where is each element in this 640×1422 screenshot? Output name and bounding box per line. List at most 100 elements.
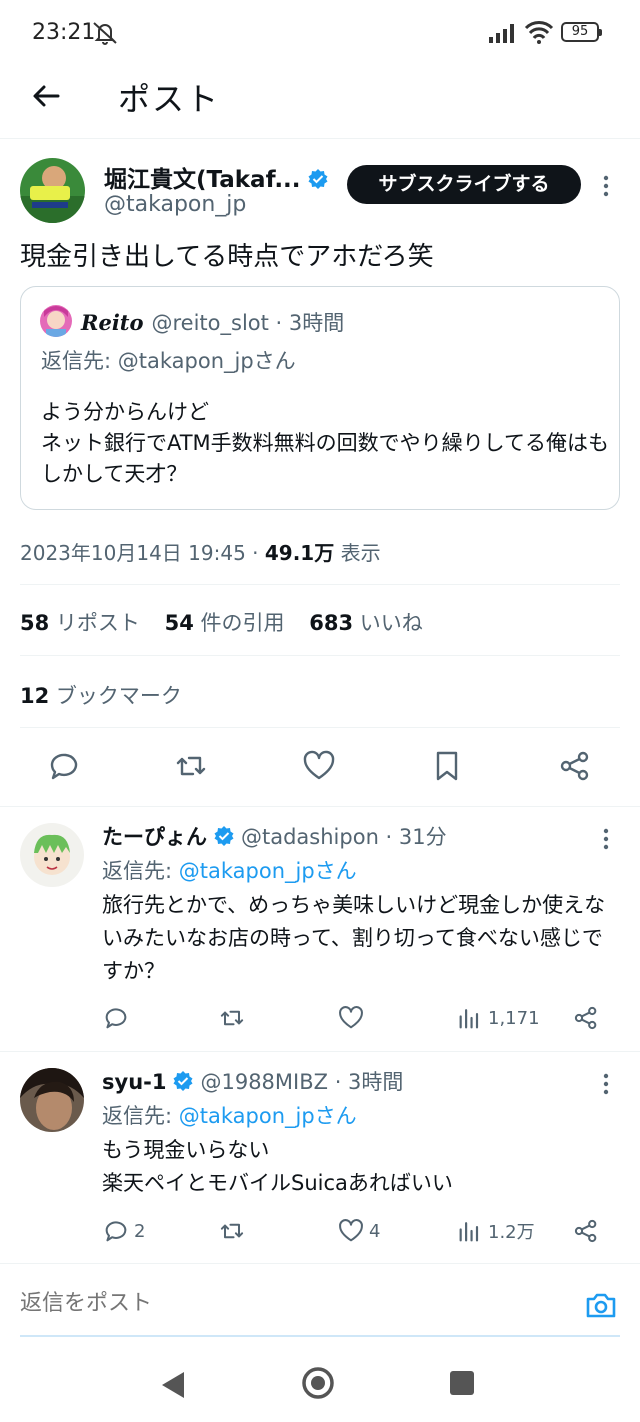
reply-share-button[interactable] — [572, 1216, 604, 1246]
quote-text-line: ネット銀行でATM手数料無料の回数でやり繰りしてる俺はもしかして天才？ — [41, 431, 610, 486]
nav-back-icon[interactable] — [160, 1370, 186, 1400]
reply-like-button[interactable]: 4 — [337, 1216, 380, 1246]
bookmarks-stat[interactable]: 12 ブックマーク — [20, 680, 182, 710]
reply-author-name[interactable]: たーぴょん — [102, 825, 207, 849]
share-icon — [574, 1006, 597, 1030]
bookmarks-label: ブックマーク — [49, 684, 182, 708]
quote-author-name: Reito — [81, 310, 144, 335]
quotes-count: 54 — [164, 611, 194, 635]
reply-action-bar: 1,171 — [102, 1003, 622, 1037]
reply-likes-count: 4 — [369, 1220, 381, 1242]
reply-reply-button[interactable]: 2 — [102, 1216, 145, 1246]
composer-underline — [20, 1335, 620, 1337]
camera-icon[interactable] — [584, 1288, 618, 1322]
author-avatar[interactable] — [20, 158, 85, 223]
reposts-count: 58 — [20, 611, 50, 635]
reply-avatar[interactable] — [20, 1068, 84, 1132]
signal-icon — [489, 24, 514, 43]
subscribe-button[interactable]: サブスクライブする — [347, 165, 581, 204]
repost-icon[interactable] — [173, 748, 209, 784]
reply-author-name[interactable]: syu-1 — [102, 1070, 166, 1094]
reply-text-line: 楽天ペイとモバイルSuicaあればいい — [102, 1171, 453, 1195]
author-handle[interactable]: @takapon_jp — [104, 192, 246, 217]
verified-badge-icon — [214, 826, 234, 846]
reply-share-button[interactable] — [572, 1003, 604, 1033]
quote-avatar — [40, 305, 72, 337]
reply-replies-count: 2 — [134, 1220, 146, 1242]
status-time: 23:21 — [32, 20, 96, 45]
post-stats: 58 リポスト 54 件の引用 683 いいね — [20, 607, 441, 637]
timestamp-text: 2023年10月14日 19:45 · — [20, 541, 265, 565]
reposts-stat[interactable]: 58 リポスト — [20, 611, 140, 635]
like-heart-icon[interactable] — [301, 748, 337, 784]
reply-input[interactable] — [20, 1290, 308, 1316]
reply-item[interactable]: たーぴょん @tadashipon · 31分 返信先: @takapon_jp… — [0, 807, 640, 1051]
quotes-stat[interactable]: 54 件の引用 — [165, 611, 285, 635]
post-action-bar — [0, 740, 640, 796]
reply-mention-link[interactable]: @takapon_jpさん — [179, 859, 357, 883]
reply-avatar[interactable] — [20, 823, 84, 887]
reply-reply-button[interactable] — [102, 1003, 134, 1033]
post-timestamp: 2023年10月14日 19:45 · 49.1万 表示 — [20, 537, 381, 566]
reply-repost-button[interactable] — [218, 1003, 250, 1033]
reply-header: syu-1 @1988MIBZ · 3時間 — [102, 1066, 403, 1096]
reply-to: 返信先: @takapon_jpさん — [102, 855, 357, 885]
author-name[interactable]: 堀江貴文(Takaf... — [104, 160, 329, 194]
reply-text-line: もう現金いらない — [102, 1138, 270, 1162]
reply-views-count: 1,171 — [488, 1007, 540, 1029]
reply-to-prefix: 返信先: — [102, 1104, 179, 1128]
nav-recents-icon[interactable] — [450, 1371, 474, 1395]
repost-icon — [220, 1010, 244, 1026]
battery-indicator: 95 — [561, 22, 602, 42]
reply-text: 旅行先とかで、めっちゃ美味しいけど現金しか使えないみたいなお店の時って、割り切っ… — [102, 893, 606, 983]
reply-views-button[interactable]: 1.2万 — [456, 1216, 535, 1246]
reply-mention-link[interactable]: @takapon_jpさん — [179, 1104, 357, 1128]
reply-header: たーぴょん @tadashipon · 31分 — [102, 821, 447, 851]
views-label: 表示 — [334, 541, 381, 565]
like-heart-icon — [339, 1006, 363, 1029]
divider — [20, 584, 620, 585]
quote-handle-time: @reito_slot · 3時間 — [151, 311, 345, 335]
views-chart-icon — [459, 1009, 479, 1029]
reply-views-count: 1.2万 — [488, 1222, 535, 1243]
reply-icon[interactable] — [46, 748, 82, 784]
likes-stat[interactable]: 683 いいね — [309, 611, 423, 635]
views-count: 49.1万 — [264, 541, 335, 565]
more-options-icon[interactable] — [598, 1070, 614, 1098]
quote-meta: Reito @reito_slot · 3時間 — [81, 307, 344, 337]
more-options-icon[interactable] — [598, 825, 614, 853]
system-nav-bar — [0, 1346, 640, 1422]
bookmark-icon[interactable] — [429, 748, 465, 784]
reply-repost-button[interactable] — [218, 1216, 250, 1246]
reply-to: 返信先: @takapon_jpさん — [102, 1100, 357, 1130]
reply-item[interactable]: syu-1 @1988MIBZ · 3時間 返信先: @takapon_jpさん… — [0, 1052, 640, 1262]
app-header: ポスト — [0, 64, 640, 139]
bookmarks-count: 12 — [20, 684, 50, 708]
reply-views-button[interactable]: 1,171 — [456, 1003, 540, 1033]
author-name-text: 堀江貴文(Takaf... — [104, 167, 301, 193]
post-text: 現金引き出してる時点でアホだろ笑 — [20, 242, 434, 272]
divider — [20, 727, 620, 728]
mute-bell-icon — [93, 22, 117, 45]
quoted-post[interactable]: Reito @reito_slot · 3時間 返信先: @takapon_jpさ… — [20, 286, 620, 510]
reply-icon — [105, 1221, 127, 1242]
divider — [20, 655, 620, 656]
quote-text: よう分からんけど ネット銀行でATM手数料無料の回数でやり繰りしてる俺はもしかし… — [41, 397, 611, 490]
more-options-icon[interactable] — [598, 172, 614, 200]
verified-badge-icon — [173, 1071, 193, 1091]
share-icon[interactable] — [557, 748, 593, 784]
quote-text-line: よう分からんけど — [41, 400, 209, 424]
reply-like-button[interactable] — [337, 1003, 369, 1033]
status-bar: 23:21 95 — [0, 0, 640, 64]
verified-badge-icon — [308, 169, 328, 189]
page-title: ポスト — [118, 80, 221, 118]
reply-action-bar: 2 4 1.2万 — [102, 1216, 622, 1250]
reply-icon — [105, 1008, 127, 1029]
share-icon — [574, 1219, 597, 1243]
repost-icon — [220, 1223, 244, 1239]
back-arrow-icon[interactable] — [28, 78, 64, 114]
reply-to-prefix: 返信先: — [102, 859, 179, 883]
reply-handle-time: @tadashipon · 31分 — [241, 825, 447, 849]
nav-home-icon[interactable] — [301, 1366, 335, 1400]
reposts-label: リポスト — [49, 611, 140, 635]
